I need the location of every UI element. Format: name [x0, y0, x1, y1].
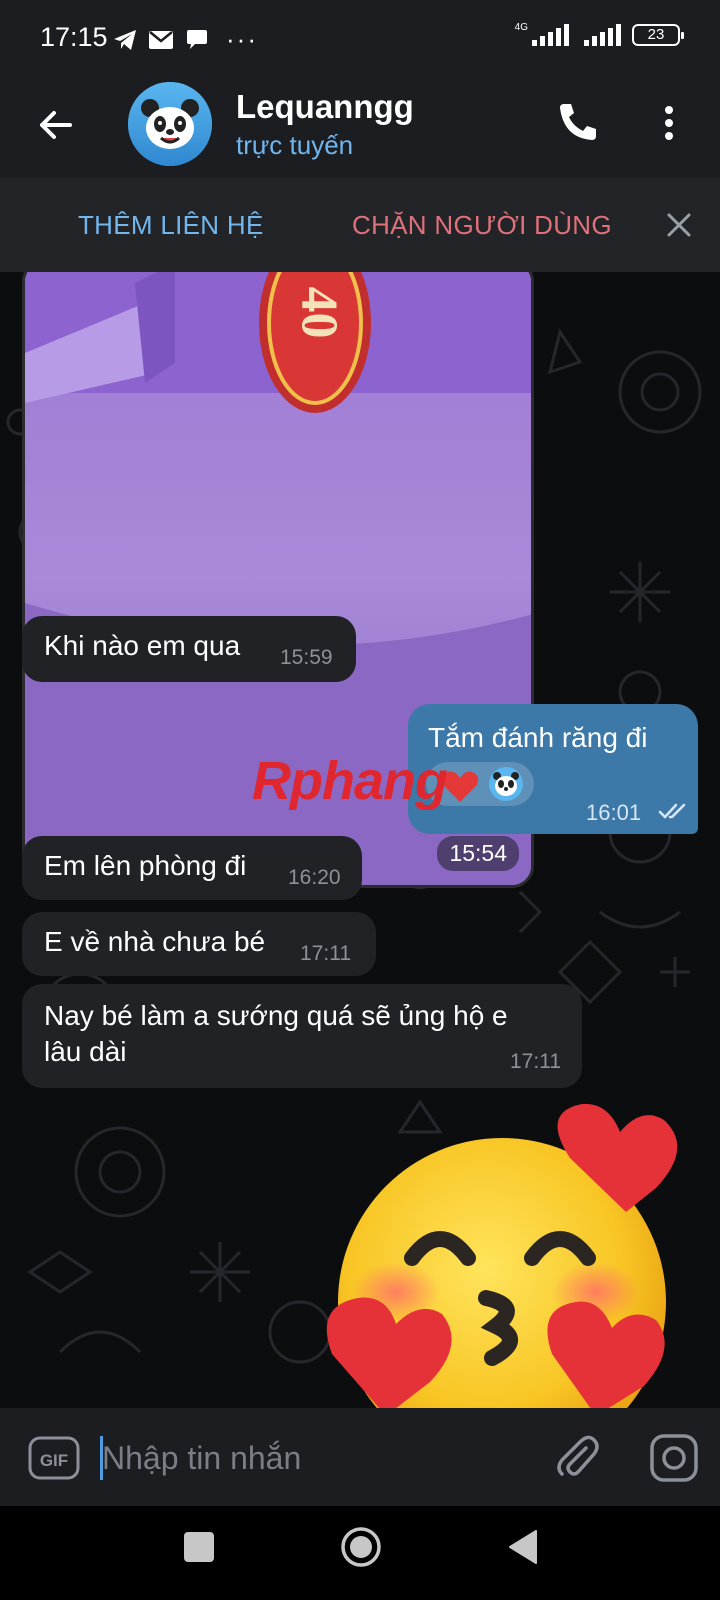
contact-name[interactable]: Lequanngg [236, 88, 414, 126]
battery-icon: 23 [632, 24, 684, 46]
incoming-message[interactable]: Nay bé làm a sướng quá sẽ ủng hộ e lâu d… [22, 984, 582, 1088]
camera-icon[interactable] [648, 1432, 700, 1484]
more-vertical-icon[interactable] [654, 98, 684, 148]
contact-status: trực tuyến [236, 130, 354, 160]
message-text: Khi nào em qua [44, 630, 241, 661]
svg-text:GIF: GIF [40, 1451, 68, 1470]
avatar[interactable] [128, 82, 212, 166]
block-user-button[interactable]: CHẶN NGƯỜI DÙNG [352, 210, 612, 241]
incoming-message[interactable]: E về nhà chưa bé 17:11 [22, 912, 376, 976]
signal-icon-1 [532, 24, 569, 46]
message-time: 17:11 [510, 1050, 561, 1073]
message-time: 15:54 [437, 836, 519, 871]
phone-icon[interactable] [552, 98, 602, 148]
message-text: Nay bé làm a sướng quá sẽ ủng hộ e [44, 1000, 508, 1031]
message-time: 16:20 [288, 866, 341, 889]
chat-area[interactable]: 40 15:54 Khi nào em qua 15:59 Tắm đánh r… [0, 272, 720, 1408]
double-check-icon [658, 803, 686, 819]
message-text: Tắm đánh răng đi [428, 722, 648, 753]
signal-icon-2 [584, 24, 621, 46]
message-time: 15:59 [280, 646, 333, 669]
incoming-message[interactable]: Khi nào em qua 15:59 [22, 616, 356, 682]
notification-icons: ··· [112, 24, 258, 55]
nav-back-icon[interactable] [506, 1528, 540, 1566]
message-text: E về nhà chưa bé [44, 926, 266, 957]
message-text: Em lên phòng đi [44, 850, 247, 881]
navigation-bar [0, 1506, 720, 1600]
chat-header: Lequanngg trực tuyến [0, 78, 720, 178]
message-time: 17:11 [300, 942, 351, 965]
telegram-icon [114, 29, 136, 50]
action-bar: THÊM LIÊN HỆ CHẶN NGƯỜI DÙNG [0, 178, 720, 272]
gif-icon[interactable]: GIF [28, 1436, 80, 1480]
message-text-line2: lâu dài [44, 1036, 127, 1067]
close-icon[interactable] [664, 210, 694, 240]
watermark-text: Rphang [252, 751, 448, 811]
message-time: 16:01 [586, 800, 642, 825]
message-input[interactable] [102, 1436, 522, 1480]
status-bar: 17:15 ··· 4G 23 [0, 0, 720, 78]
network-label: 4G [514, 21, 528, 33]
status-time: 17:15 [40, 22, 108, 52]
recents-button[interactable] [184, 1532, 214, 1562]
photo-number-text: 40 [290, 286, 348, 339]
mail-icon [149, 30, 173, 49]
back-arrow-icon[interactable] [30, 100, 80, 150]
panda-avatar-icon [128, 82, 212, 166]
message-input-bar: GIF [0, 1408, 720, 1506]
system-icons: 4G 23 [514, 21, 684, 48]
add-contact-button[interactable]: THÊM LIÊN HỆ [78, 210, 264, 241]
more-dots-icon: ··· [226, 24, 258, 54]
panda-reaction-icon [489, 767, 523, 801]
home-button-icon[interactable] [340, 1526, 382, 1568]
incoming-message[interactable]: Em lên phòng đi 16:20 [22, 836, 362, 900]
paperclip-icon[interactable] [552, 1432, 602, 1482]
kissing-face-sticker-icon[interactable] [326, 1092, 686, 1408]
outgoing-message[interactable]: Tắm đánh răng đi 16:01 [408, 704, 698, 834]
chat-bubble-icon [187, 29, 207, 49]
